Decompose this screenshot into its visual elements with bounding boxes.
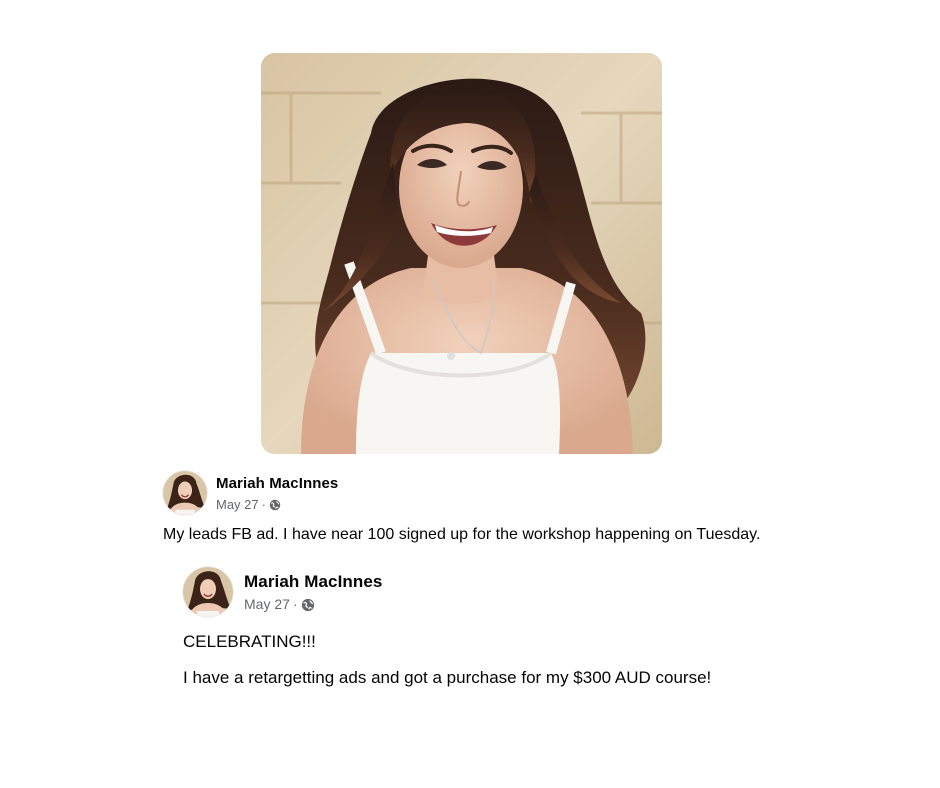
separator: · [261,496,266,512]
post-date[interactable]: May 27 [216,496,259,513]
profile-photo[interactable] [261,53,662,454]
author-name[interactable]: Mariah MacInnes [216,474,338,493]
avatar[interactable] [163,471,207,515]
shared-post-text-line1: CELEBRATING!!! [183,632,316,651]
avatar[interactable] [183,567,233,617]
post-subline: May 27 · [216,496,338,513]
page: Mariah MacInnes May 27 · My leads FB ad.… [0,0,940,788]
author-name[interactable]: Mariah MacInnes [244,571,383,593]
shared-post-subline: May 27 · [244,596,383,613]
globe-icon [301,598,315,612]
post-date[interactable]: May 27 [244,596,290,613]
post-header: Mariah MacInnes May 27 · [163,471,863,515]
shared-post-header: Mariah MacInnes May 27 · [183,567,883,617]
post: Mariah MacInnes May 27 · My leads FB ad.… [163,471,863,545]
post-text: My leads FB ad. I have near 100 signed u… [163,526,761,543]
shared-post: Mariah MacInnes May 27 · CELEBRATING!!! … [183,567,883,689]
separator: · [292,596,298,612]
globe-icon [269,498,281,511]
shared-post-meta: Mariah MacInnes May 27 · [244,571,383,613]
post-meta: Mariah MacInnes May 27 · [216,474,338,513]
shared-post-text-line2: I have a retargetting ads and got a purc… [183,668,712,687]
